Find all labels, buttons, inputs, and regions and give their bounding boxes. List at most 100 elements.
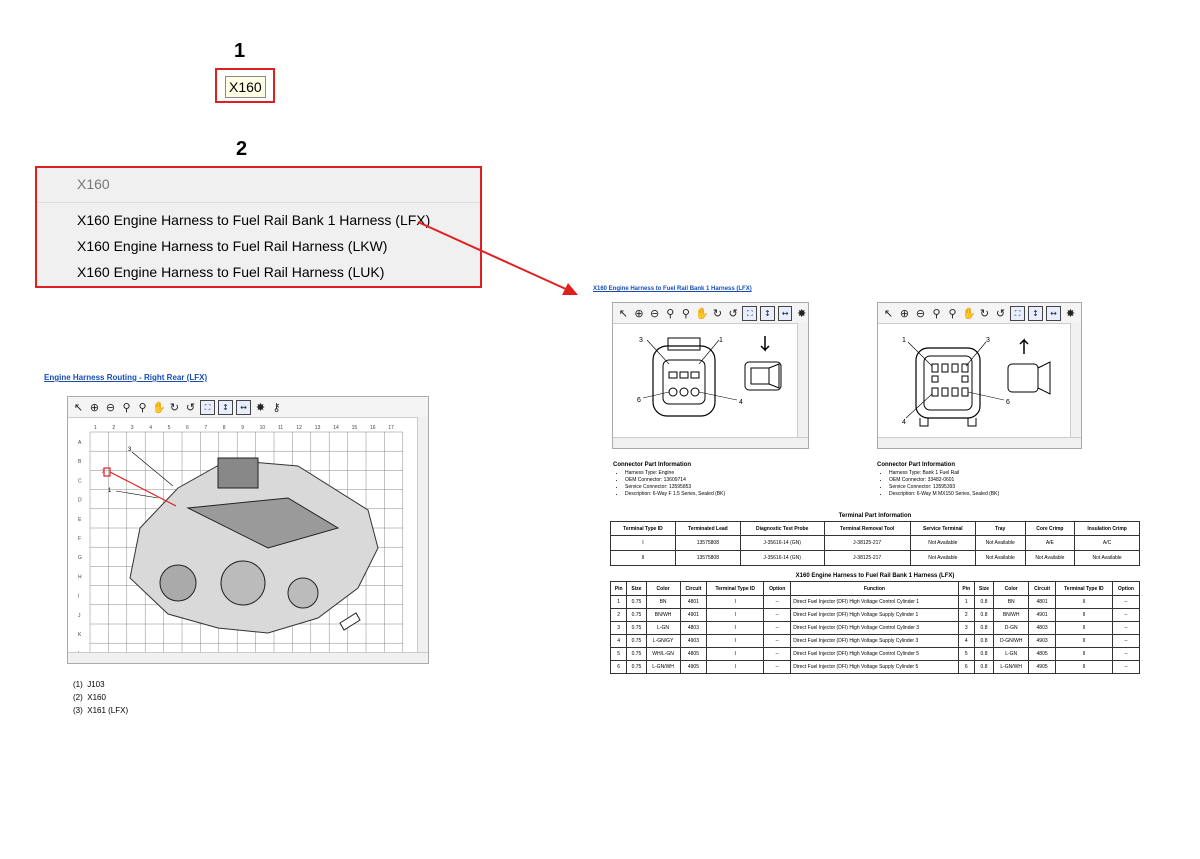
grid-row-label: D: [78, 498, 82, 504]
fit-width-icon[interactable]: ↔: [1046, 305, 1061, 321]
fit-all-icon[interactable]: ⛶: [1010, 305, 1025, 321]
table-cell: Not Available: [909, 550, 976, 566]
table-cell: A/E: [1024, 535, 1076, 551]
table-cell: L-GN/GY: [645, 634, 681, 648]
routing-vertical-scrollbar[interactable]: [417, 417, 428, 653]
table-cell: 0.75: [626, 608, 647, 622]
table-row: 2 0.75 BN/WH 4901 I -- Direct Fuel Injector (D…: [609, 608, 1141, 622]
table-cell: 3: [609, 621, 628, 635]
grid-column-label: 16: [370, 425, 376, 431]
pointer-tool-icon[interactable]: ↖: [617, 307, 630, 320]
zoom-icon[interactable]: ⚲: [664, 307, 677, 320]
connector-2-pin-label: 4: [902, 419, 906, 426]
fit-height-icon[interactable]: ↕: [1028, 305, 1043, 321]
table-cell: 13575808: [674, 535, 741, 551]
connector-2-toolbar: ↖ ⊕ ⊖ ⚲ ⚲ ✋ ↻ ↺ ⛶ ↕ ↔ ✸: [878, 303, 1081, 324]
zoom-out-icon[interactable]: ⊖: [648, 307, 661, 320]
pointer-tool-icon[interactable]: ↖: [72, 401, 85, 414]
table-header-cell: Core Crimp: [1024, 521, 1076, 536]
table-cell: 4901: [1028, 608, 1056, 622]
rotate-left-icon[interactable]: ↺: [727, 307, 740, 320]
zoom-out-icon[interactable]: ⊖: [104, 401, 117, 414]
engine-harness-routing-link[interactable]: Engine Harness Routing - Right Rear (LFX…: [44, 373, 207, 382]
key-icon[interactable]: ⚷: [270, 401, 283, 414]
rotate-right-icon[interactable]: ↻: [978, 307, 991, 320]
fit-all-icon[interactable]: ⛶: [742, 305, 758, 321]
zoom-area-icon[interactable]: ⚲: [680, 307, 693, 320]
connector-1-horizontal-scrollbar[interactable]: [613, 437, 808, 448]
table-row: 5 0.75 WH/L-GN 4805 I -- Direct Fuel Injector …: [609, 647, 1141, 661]
fit-all-icon[interactable]: ⛶: [200, 399, 215, 415]
table-cell: II: [1054, 595, 1113, 609]
table-cell: 4905: [679, 660, 708, 674]
front-arrow-icon: [339, 612, 361, 631]
table-header-cell: Terminal Type ID: [1054, 581, 1113, 596]
connector-2-vertical-scrollbar[interactable]: [1070, 323, 1081, 438]
table-cell: 4: [957, 634, 975, 648]
rotate-right-icon[interactable]: ↻: [168, 401, 181, 414]
zoom-in-icon[interactable]: ⊕: [898, 307, 911, 320]
table-cell: 4805: [1028, 647, 1056, 661]
highlight-icon[interactable]: ✸: [1064, 307, 1077, 320]
grid-row-label: J: [78, 613, 81, 619]
fit-height-icon[interactable]: ↕: [760, 305, 775, 321]
table-cell: Direct Fuel Injector (DFI) High Voltage …: [790, 634, 959, 648]
rotate-left-icon[interactable]: ↺: [184, 401, 197, 414]
table-header-cell: Insulation Crimp: [1074, 521, 1140, 536]
table-cell: BN/WH: [993, 608, 1030, 622]
table-cell: 2: [609, 608, 628, 622]
connector-1-vertical-scrollbar[interactable]: [797, 323, 808, 438]
grid-column-label: 1: [94, 425, 97, 431]
legend-item: (2) X160: [73, 693, 106, 702]
zoom-in-icon[interactable]: ⊕: [633, 307, 646, 320]
rotate-left-icon[interactable]: ↺: [994, 307, 1007, 320]
table-cell: L-GN: [645, 621, 681, 635]
table-cell: Direct Fuel Injector (DFI) High Voltage …: [790, 660, 959, 674]
grid-column-label: 17: [388, 425, 394, 431]
zoom-icon[interactable]: ⚲: [930, 307, 943, 320]
table-cell: 0.8: [973, 634, 995, 648]
table-header-cell: Service Terminal: [909, 521, 976, 536]
highlight-icon[interactable]: ✸: [254, 401, 267, 414]
fit-height-icon[interactable]: ↕: [218, 399, 233, 415]
table-header-cell: Size: [973, 581, 995, 596]
connector-2-horizontal-scrollbar[interactable]: [878, 437, 1081, 448]
table-cell: 5: [957, 647, 975, 661]
pan-hand-icon[interactable]: ✋: [695, 307, 709, 320]
x160-lfx-link[interactable]: X160 Engine Harness to Fuel Rail Bank 1 …: [593, 286, 752, 292]
table-header-cell: Size: [626, 581, 647, 596]
routing-horizontal-scrollbar[interactable]: [68, 652, 428, 663]
connector-1-viewer: ↖ ⊕ ⊖ ⚲ ⚲ ✋ ↻ ↺ ⛶ ↕ ↔ ✸ 3 1 6 4: [612, 302, 809, 449]
connector-1-pin-label: 1: [719, 337, 723, 344]
connector-2-pin-label: 1: [902, 337, 906, 344]
grid-column-label: 8: [223, 425, 226, 431]
table-header-cell: Option: [1111, 581, 1141, 596]
highlight-icon[interactable]: ✸: [795, 307, 808, 320]
table-row: 6 0.75 L-GN/WH 4905 I -- Direct Fuel Injector …: [609, 660, 1141, 674]
pan-hand-icon[interactable]: ✋: [152, 401, 166, 414]
zoom-out-icon[interactable]: ⊖: [914, 307, 927, 320]
table-cell: I: [706, 608, 765, 622]
table-cell: L-GN: [993, 647, 1030, 661]
terminal-table-title: Terminal Part Information: [838, 513, 912, 519]
zoom-area-icon[interactable]: ⚲: [946, 307, 959, 320]
pointer-tool-icon[interactable]: ↖: [882, 307, 895, 320]
table-cell: I: [706, 621, 765, 635]
fit-width-icon[interactable]: ↔: [236, 399, 251, 415]
zoom-area-icon[interactable]: ⚲: [136, 401, 149, 414]
table-row: 3 0.75 L-GN 4803 I -- Direct Fuel Injector (DF…: [609, 621, 1141, 635]
table-cell: --: [763, 660, 792, 674]
table-cell: 4: [609, 634, 628, 648]
fit-width-icon[interactable]: ↔: [777, 305, 793, 321]
table-cell: 4903: [679, 634, 708, 648]
table-cell: A/C: [1074, 535, 1140, 551]
grid-column-label: 12: [296, 425, 302, 431]
grid-column-label: 10: [260, 425, 266, 431]
rotate-right-icon[interactable]: ↻: [711, 307, 724, 320]
zoom-in-icon[interactable]: ⊕: [88, 401, 101, 414]
pan-hand-icon[interactable]: ✋: [962, 307, 976, 320]
table-cell: 0.8: [973, 647, 995, 661]
table-cell: J-38125-217: [823, 535, 911, 551]
connector-2-viewer: ↖ ⊕ ⊖ ⚲ ⚲ ✋ ↻ ↺ ⛶ ↕ ↔ ✸ 1 3 4 6: [877, 302, 1082, 449]
zoom-icon[interactable]: ⚲: [120, 401, 133, 414]
